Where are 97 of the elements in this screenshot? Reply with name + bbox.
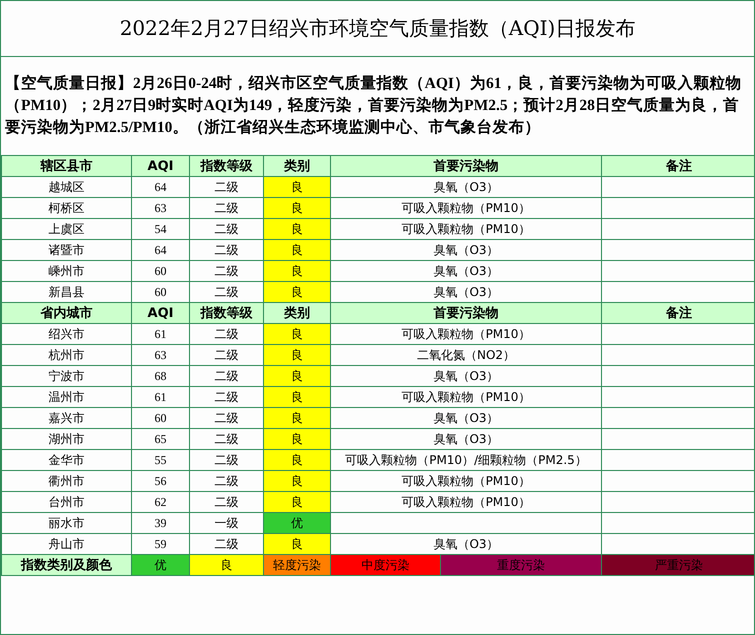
table-cell: 65: [132, 428, 190, 450]
column-header: 省内城市: [2, 302, 132, 324]
table-cell: 二级: [190, 492, 264, 512]
report-title: 2022年2月27日绍兴市环境空气质量指数（AQI)日报发布: [1, 1, 754, 57]
column-header: 备注: [602, 156, 754, 176]
table-cell: 臭氧（O3）: [330, 366, 602, 386]
table-cell: 上虞区: [2, 218, 132, 240]
table-cell: 64: [132, 240, 190, 260]
table-cell: 二级: [190, 176, 264, 198]
table-cell: 一级: [190, 512, 264, 534]
table-cell: 臭氧（O3）: [330, 240, 602, 260]
category-cell: 良: [264, 240, 330, 260]
table-cell: 臭氧（O3）: [330, 428, 602, 450]
table-cell: 越城区: [2, 176, 132, 198]
category-cell: 良: [264, 176, 330, 198]
table-cell: 二氧化氮（NO2）: [330, 344, 602, 366]
category-cell: 良: [264, 408, 330, 428]
category-cell: 良: [264, 450, 330, 470]
table-cell: 可吸入颗粒物（PM10）: [330, 386, 602, 408]
table-cell: 61: [132, 386, 190, 408]
table-cell: 二级: [190, 218, 264, 240]
table-cell: 39: [132, 512, 190, 534]
table-cell: 衢州市: [2, 470, 132, 492]
table-cell: 二级: [190, 240, 264, 260]
legend-swatch: 良: [190, 554, 264, 576]
column-header: 首要污染物: [330, 156, 602, 176]
category-cell: 良: [264, 428, 330, 450]
table-cell: 60: [132, 260, 190, 282]
table-cell: 61: [132, 324, 190, 344]
table-cell: 柯桥区: [2, 198, 132, 218]
table-cell: 温州市: [2, 386, 132, 408]
table-cell: 诸暨市: [2, 240, 132, 260]
table-cell: 54: [132, 218, 190, 240]
table-cell: 63: [132, 198, 190, 218]
category-cell: 良: [264, 282, 330, 302]
category-cell: 良: [264, 470, 330, 492]
legend-swatch: 重度污染: [440, 554, 602, 576]
table-cell: 丽水市: [2, 512, 132, 534]
column-header: AQI: [132, 156, 190, 176]
table-cell: 杭州市: [2, 344, 132, 366]
column-header: 类别: [264, 302, 330, 324]
column-header: 辖区县市: [2, 156, 132, 176]
table-cell: 嘉兴市: [2, 408, 132, 428]
legend-label: 指数类别及颜色: [2, 554, 132, 576]
table-cell: 台州市: [2, 492, 132, 512]
table-cell: 可吸入颗粒物（PM10）: [330, 324, 602, 344]
summary-paragraph: 【空气质量日报】2月26日0-24时，绍兴市区空气质量指数（AQI）为61，良，首要污染物为可吸入颗粒物（PM10）；2月27日9时实时AQI为149，轻度污染，首要污染物为PM2.5；预计2月28日空气质量为良，首要污染物为PM2.5/PM10。（浙江省绍兴生态环境监测中心、市气象台发布）: [5, 74, 742, 138]
table-cell: 可吸入颗粒物（PM10）: [330, 218, 602, 240]
table-cell: 56: [132, 470, 190, 492]
table-cell: 宁波市: [2, 366, 132, 386]
category-cell: 良: [264, 534, 330, 554]
category-cell: 良: [264, 492, 330, 512]
column-header: 指数等级: [190, 302, 264, 324]
table-cell: 金华市: [2, 450, 132, 470]
category-cell: 良: [264, 218, 330, 240]
table-cell: 二级: [190, 470, 264, 492]
table-cell: 二级: [190, 344, 264, 366]
table-cell: 臭氧（O3）: [330, 408, 602, 428]
table-cell: 绍兴市: [2, 324, 132, 344]
table-cell: 臭氧（O3）: [330, 176, 602, 198]
table-cell: 60: [132, 408, 190, 428]
category-cell: 良: [264, 198, 330, 218]
legend-swatch: 严重污染: [602, 554, 754, 576]
category-cell: 良: [264, 260, 330, 282]
legend-swatch: 轻度污染: [264, 554, 330, 576]
legend-swatch: 优: [132, 554, 190, 576]
table-cell: 可吸入颗粒物（PM10）: [330, 492, 602, 512]
table-cell: 55: [132, 450, 190, 470]
table-cell: 二级: [190, 324, 264, 344]
table-cell: 可吸入颗粒物（PM10）: [330, 470, 602, 492]
table-cell: 二级: [190, 428, 264, 450]
category-cell: 良: [264, 386, 330, 408]
table-cell: 嵊州市: [2, 260, 132, 282]
category-cell: 良: [264, 324, 330, 344]
table-cell: 64: [132, 176, 190, 198]
table-cell: 62: [132, 492, 190, 512]
table-cell: 二级: [190, 386, 264, 408]
legend-swatch: 中度污染: [330, 554, 440, 576]
category-cell: 良: [264, 366, 330, 386]
column-header: AQI: [132, 302, 190, 324]
category-cell: 良: [264, 344, 330, 366]
table-cell: 二级: [190, 260, 264, 282]
table-cell: 可吸入颗粒物（PM10）/细颗粒物（PM2.5）: [330, 450, 602, 470]
table-cell: 二级: [190, 366, 264, 386]
category-cell: 优: [264, 512, 330, 534]
table-cell: 臭氧（O3）: [330, 260, 602, 282]
table-cell: 63: [132, 344, 190, 366]
column-header: 指数等级: [190, 156, 264, 176]
table-cell: 二级: [190, 450, 264, 470]
column-header: 首要污染物: [330, 302, 602, 324]
table-cell: 湖州市: [2, 428, 132, 450]
table-cell: 二级: [190, 198, 264, 218]
column-header: 备注: [602, 302, 754, 324]
column-header: 类别: [264, 156, 330, 176]
table-cell: 68: [132, 366, 190, 386]
table-cell: 可吸入颗粒物（PM10）: [330, 198, 602, 218]
table-cell: 二级: [190, 408, 264, 428]
